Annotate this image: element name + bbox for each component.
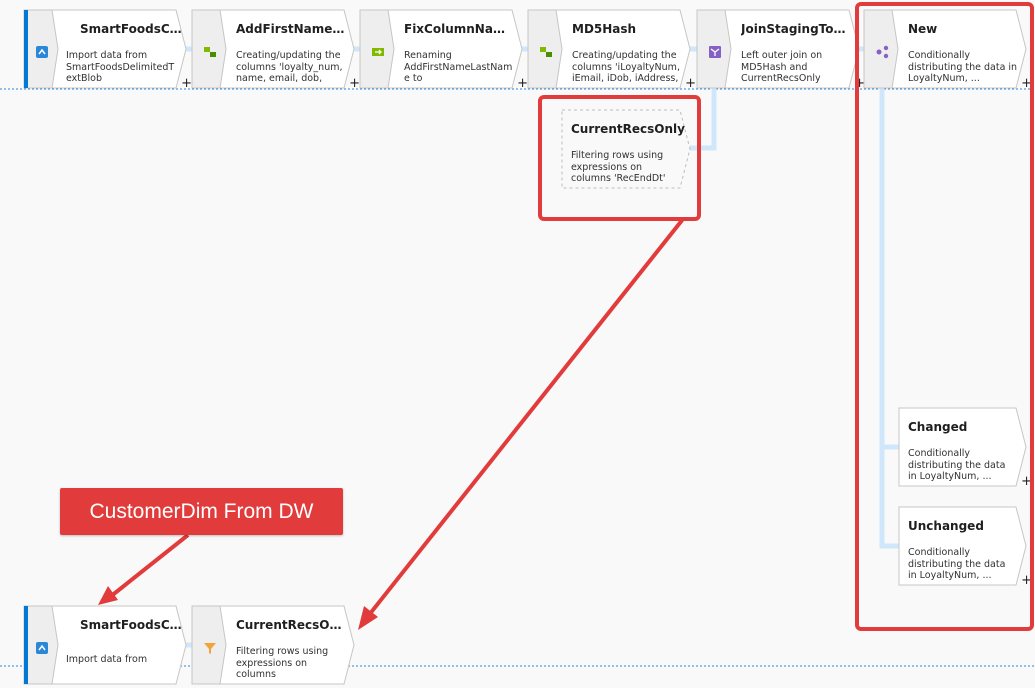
source-indicator-bar: [24, 606, 28, 684]
icon-block-a: [204, 47, 210, 52]
connector-split-outputs: [879, 88, 899, 549]
derived-column-node-add-first-name[interactable]: AddFirstNameLas... Creating/updating the…: [191, 9, 360, 90]
select-icon: [371, 44, 385, 58]
node-title: MD5Hash: [572, 22, 637, 36]
node-description: Creating/updating the columns 'iLoyaltyN…: [572, 50, 680, 84]
add-transform-button[interactable]: +: [349, 77, 360, 90]
filter-icon: [203, 640, 217, 654]
icon-bg: [36, 642, 48, 654]
node-description: Import data from SmartFoodsDelimitedText…: [66, 50, 175, 84]
icon-block-a: [540, 47, 546, 52]
join-icon-glyph: [709, 46, 721, 58]
add-transform-button[interactable]: +: [685, 77, 696, 90]
derived-column-icon: [203, 44, 217, 58]
derived-column-icon-glyph: [540, 47, 552, 57]
node-title: New: [908, 22, 938, 36]
node-title: Changed: [908, 420, 968, 434]
connector-ref-to-join: [690, 88, 717, 151]
add-transform-button[interactable]: +: [1021, 77, 1032, 90]
icon-funnel: [204, 643, 216, 654]
filter-icon-glyph: [204, 643, 216, 654]
filter-node-current-recs-only[interactable]: CurrentRecsOnly Filtering rows using exp…: [191, 605, 355, 685]
conditional-split-icon: [875, 44, 889, 59]
source-file-icon: [35, 44, 49, 58]
icon-block-b: [546, 52, 552, 57]
join-node-join-staging-to-dw[interactable]: JoinStagingToDW... Left outer join on MD…: [696, 9, 865, 90]
node-description: Conditionally distributing the data in L…: [908, 448, 1006, 482]
node-description: Conditionally distributing the data in L…: [908, 50, 1018, 84]
node-title: JoinStagingToDW...: [741, 22, 851, 36]
node-description: Import data from: [66, 654, 148, 665]
icon-bg: [36, 46, 48, 58]
icon-block-b: [210, 52, 216, 57]
node-description: Conditionally distributing the data in L…: [908, 547, 1006, 581]
derived-column-icon: [539, 44, 553, 58]
icon-dot-b: [883, 45, 889, 51]
source-node-customer-dim[interactable]: SmartFoodsCusto... Import data from: [23, 605, 187, 685]
node-title: SmartFoodsCusto...: [80, 618, 182, 632]
split-output-node-unchanged[interactable]: Unchanged Conditionally distributing the…: [898, 506, 1032, 587]
add-transform-button[interactable]: +: [181, 77, 192, 90]
node-description: Filtering rows using expressions on colu…: [236, 646, 329, 680]
source-node-smartfoods-customer[interactable]: SmartFoodsCusto... Import data from Smar…: [23, 9, 192, 90]
derived-column-icon-glyph: [204, 47, 216, 57]
node-description: Renaming AddFirstNameLastName to FixColu…: [404, 50, 513, 84]
conditional-split-icon-glyph: [876, 45, 889, 59]
derived-column-node-md5-hash[interactable]: MD5Hash Creating/updating the columns 'i…: [527, 9, 696, 90]
icon-dot-a: [876, 49, 882, 55]
source-table-icon-glyph: [36, 642, 48, 654]
source-table-icon: [35, 640, 49, 654]
callout-label: CustomerDim From DW: [60, 488, 343, 535]
node-title: CurrentRecsOnly: [571, 122, 685, 136]
add-transform-button[interactable]: +: [517, 77, 528, 90]
node-description: Creating/updating the columns 'loyalty_n…: [236, 50, 343, 84]
select-icon-glyph: [372, 48, 384, 56]
select-node-fix-column-names[interactable]: FixColumnNames... Renaming AddFirstNameL…: [359, 9, 528, 90]
canvas-background: [0, 46, 1035, 667]
node-title: CurrentRecsOnly: [236, 618, 346, 632]
add-transform-button[interactable]: +: [1021, 475, 1032, 488]
icon-dot-c: [883, 53, 889, 59]
split-output-node-changed[interactable]: Changed Conditionally distributing the d…: [898, 407, 1032, 488]
conditional-split-node-new[interactable]: New Conditionally distributing the data …: [863, 9, 1032, 90]
source-indicator-bar: [24, 10, 28, 88]
node-title: Unchanged: [908, 519, 984, 533]
node-title: AddFirstNameLas...: [236, 22, 346, 36]
node-title: FixColumnNames...: [404, 22, 514, 36]
dataflow-canvas[interactable]: SmartFoodsCusto... Import data from Smar…: [0, 0, 1035, 685]
source-file-icon-glyph: [36, 46, 48, 58]
add-transform-button[interactable]: +: [1021, 574, 1032, 587]
node-description: Filtering rows using expressions on colu…: [571, 150, 666, 184]
node-description: Left outer join on MD5Hash and CurrentRe…: [741, 50, 823, 84]
join-icon: [708, 44, 722, 58]
reference-node-current-recs-only[interactable]: CurrentRecsOnly Filtering rows using exp…: [561, 109, 691, 189]
node-title: SmartFoodsCusto...: [80, 22, 182, 36]
